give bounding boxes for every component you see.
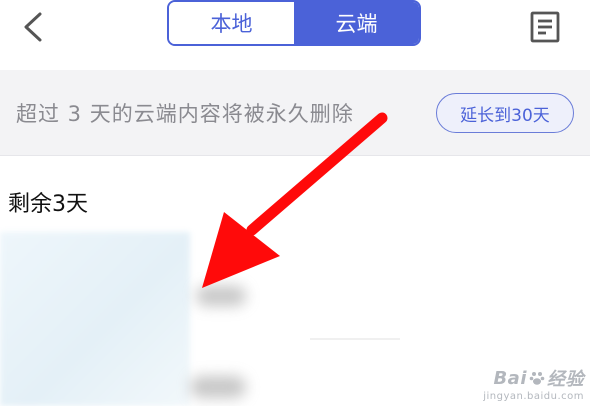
tab-cloud[interactable]: 云端 [294,2,419,44]
location-toggle: 本地 云端 [167,0,421,46]
blurred-thumbnail[interactable] [0,232,190,406]
divider [310,338,400,340]
remaining-days-label: 剩余3天 [8,192,88,217]
baidu-jingyan-watermark: Bai 经验 jingyan.baidu.com [483,367,584,403]
chevron-left-icon [24,12,42,42]
back-button[interactable] [14,10,54,44]
tab-local[interactable]: 本地 [169,2,294,44]
blurred-item-top [196,286,246,306]
list-button[interactable] [528,10,564,44]
extend-to-30-days-button[interactable]: 延长到30天 [436,93,574,133]
document-list-icon [530,11,560,43]
blurred-item-bottom [190,376,246,398]
deletion-notice-bar: 超过 3 天的云端内容将被永久删除 延长到30天 [0,70,590,156]
paw-icon [529,372,545,385]
deletion-notice-text: 超过 3 天的云端内容将被永久删除 [16,102,354,126]
top-bar: 本地 云端 [0,0,590,70]
